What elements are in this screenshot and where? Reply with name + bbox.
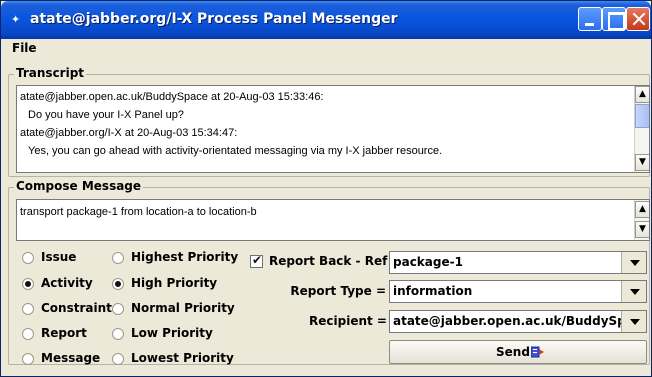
chevron-up-icon: ▲ <box>639 204 646 214</box>
radio-indicator[interactable] <box>22 251 34 264</box>
radio-indicator[interactable] <box>112 327 124 340</box>
report-ref-select[interactable]: package-1 <box>389 251 647 274</box>
radio-label: Message <box>41 351 101 365</box>
radio-indicator[interactable] <box>22 352 34 365</box>
messenger-window: ✦ atate@jabber.org/I-X Process Panel Mes… <box>0 0 652 377</box>
chevron-down-icon: ▼ <box>639 224 646 234</box>
send-icon <box>531 346 544 358</box>
radio-indicator[interactable] <box>22 327 34 340</box>
transcript-label: Transcript <box>14 66 87 80</box>
radio-issue[interactable]: Issue <box>22 250 76 264</box>
chevron-down-icon[interactable] <box>621 252 646 273</box>
radio-label: Activity <box>41 276 93 290</box>
scroll-down-button[interactable]: ▼ <box>635 154 649 171</box>
radio-label: Highest Priority <box>131 250 239 264</box>
compose-text: transport package-1 from location-a to l… <box>20 206 257 218</box>
send-button[interactable]: Send <box>389 340 647 364</box>
recipient-select[interactable]: atate@jabber.open.ac.uk/BuddySpace <box>389 310 647 333</box>
transcript-line: Yes, you can go ahead with activity-orie… <box>28 145 443 157</box>
checkbox-indicator[interactable] <box>250 253 263 268</box>
recipient-value: atate@jabber.open.ac.uk/BuddySpace <box>393 314 621 328</box>
radio-report[interactable]: Report <box>22 326 87 340</box>
radio-label: Low Priority <box>131 326 213 340</box>
radio-indicator[interactable] <box>112 352 124 365</box>
transcript-area[interactable]: atate@jabber.open.ac.uk/BuddySpace at 20… <box>16 85 650 173</box>
radio-label: Issue <box>41 250 77 264</box>
radio-indicator[interactable] <box>112 302 124 315</box>
radio-high-priority[interactable]: High Priority <box>112 276 217 290</box>
transcript-line: atate@jabber.org/I-X at 20-Aug-03 15:34:… <box>20 127 238 139</box>
report-type-select[interactable]: information <box>389 280 647 303</box>
compose-label: Compose Message <box>14 179 144 193</box>
transcript-line: Do you have your I-X Panel up? <box>28 109 184 121</box>
radio-activity[interactable]: Activity <box>22 276 93 290</box>
radio-indicator[interactable] <box>112 251 124 264</box>
report-type-label: Report Type = <box>290 284 386 298</box>
menu-file[interactable]: File <box>12 41 37 55</box>
menu-bar: File <box>1 39 651 59</box>
chevron-down-icon[interactable] <box>621 311 646 332</box>
report-back-label: Report Back - Ref = <box>269 254 402 268</box>
radio-indicator[interactable] <box>112 277 124 290</box>
scroll-up-button[interactable]: ▲ <box>635 86 649 103</box>
window-title: atate@jabber.org/I-X Process Panel Messe… <box>30 11 398 27</box>
maximize-button[interactable] <box>602 7 626 31</box>
recipient-label: Recipient = <box>309 314 387 328</box>
compose-scrollbar[interactable]: ▲ ▼ <box>634 200 649 240</box>
transcript-line: atate@jabber.open.ac.uk/BuddySpace at 20… <box>20 91 324 103</box>
scroll-down-button[interactable]: ▼ <box>635 221 649 238</box>
chevron-down-icon[interactable] <box>621 281 646 302</box>
radio-indicator[interactable] <box>22 277 34 290</box>
report-type-value: information <box>393 284 473 298</box>
chevron-down-icon: ▼ <box>639 157 646 167</box>
report-back-checkbox[interactable]: Report Back - Ref = <box>250 253 402 268</box>
radio-constraint[interactable]: Constraint <box>22 301 112 315</box>
minimize-button[interactable] <box>578 7 602 31</box>
radio-lowest-priority[interactable]: Lowest Priority <box>112 351 234 365</box>
scroll-thumb[interactable] <box>635 104 649 128</box>
compose-input[interactable]: transport package-1 from location-a to l… <box>16 199 650 241</box>
radio-label: Normal Priority <box>131 301 235 315</box>
radio-normal-priority[interactable]: Normal Priority <box>112 301 235 315</box>
radio-label: Constraint <box>41 301 112 315</box>
close-button[interactable] <box>626 7 650 31</box>
radio-label: Lowest Priority <box>131 351 234 365</box>
send-label: Send <box>496 345 530 359</box>
title-bar[interactable]: ✦ atate@jabber.org/I-X Process Panel Mes… <box>1 1 651 39</box>
feather-icon: ✦ <box>11 13 21 26</box>
scroll-up-button[interactable]: ▲ <box>635 201 649 218</box>
radio-message[interactable]: Message <box>22 351 100 365</box>
radio-label: High Priority <box>131 276 218 290</box>
radio-highest-priority[interactable]: Highest Priority <box>112 250 238 264</box>
chevron-up-icon: ▲ <box>639 89 646 99</box>
radio-label: Report <box>41 326 87 340</box>
transcript-scrollbar[interactable]: ▲ ▼ <box>634 86 649 172</box>
report-ref-value: package-1 <box>393 255 463 269</box>
radio-indicator[interactable] <box>22 302 34 315</box>
radio-low-priority[interactable]: Low Priority <box>112 326 213 340</box>
